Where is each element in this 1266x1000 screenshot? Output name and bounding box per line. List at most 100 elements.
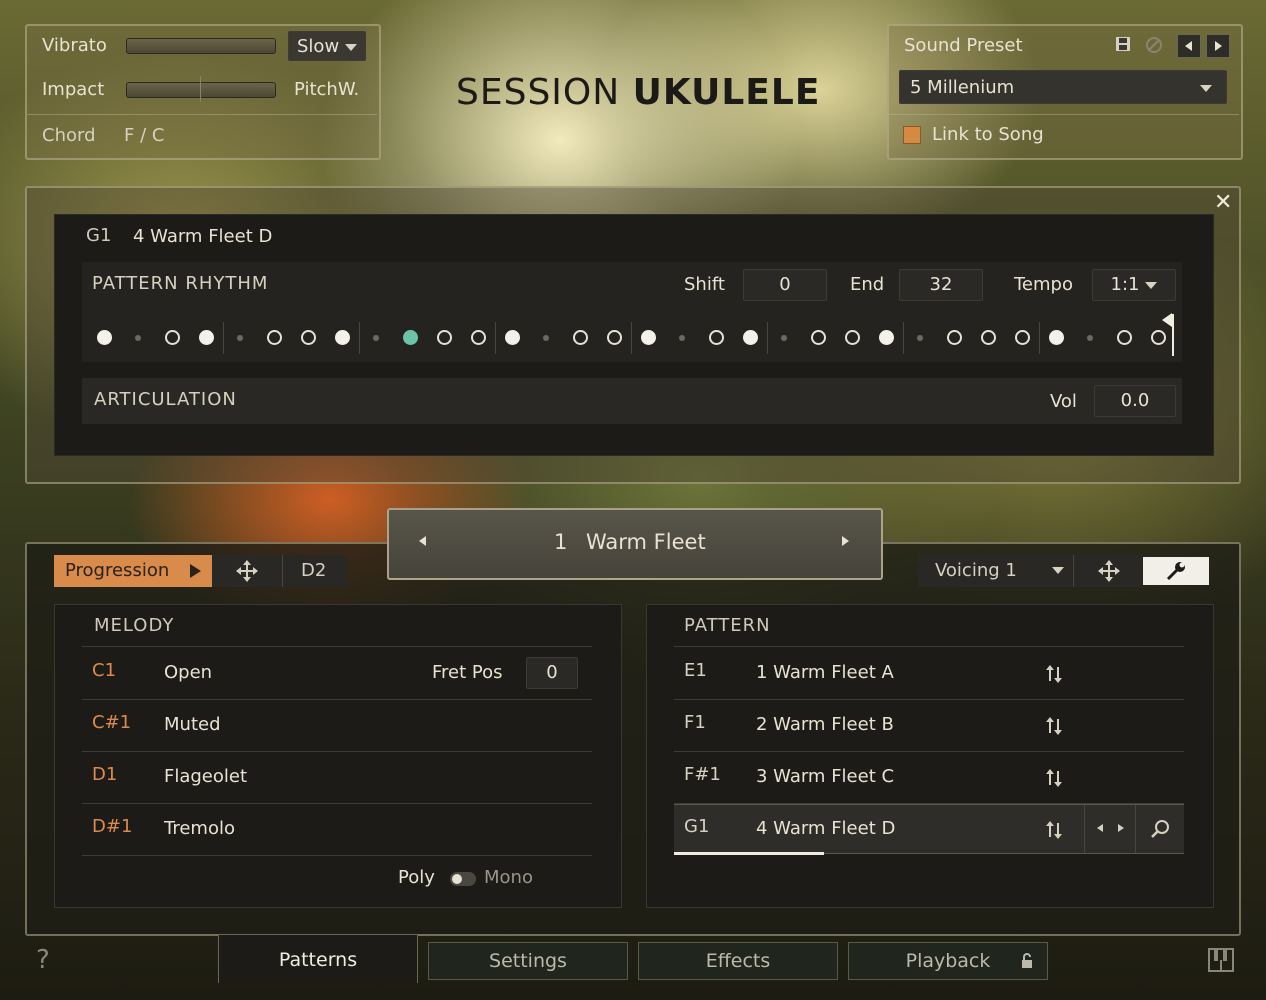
link-to-song-checkbox[interactable] xyxy=(903,126,921,144)
rhythm-step[interactable] xyxy=(402,330,418,345)
rhythm-step[interactable] xyxy=(1116,330,1132,345)
end-marker[interactable] xyxy=(1172,314,1174,356)
vibrato-mode-dropdown[interactable]: Slow xyxy=(288,31,366,61)
melody-row[interactable] xyxy=(82,700,592,752)
rhythm-step[interactable] xyxy=(470,330,486,345)
impact-slider[interactable] xyxy=(126,82,276,98)
tab-settings[interactable]: Settings xyxy=(428,942,628,980)
rhythm-step[interactable] xyxy=(543,335,549,341)
move-icon xyxy=(1098,560,1120,582)
rhythm-step[interactable] xyxy=(1087,335,1093,341)
progression-button[interactable]: Progression xyxy=(54,555,212,587)
rhythm-step[interactable] xyxy=(878,330,894,345)
rhythm-step[interactable] xyxy=(504,330,520,345)
rhythm-step[interactable] xyxy=(679,335,685,341)
rhythm-step[interactable] xyxy=(300,330,316,345)
vol-label: Vol xyxy=(1050,391,1077,412)
melody-row[interactable] xyxy=(82,752,592,804)
rhythm-step[interactable] xyxy=(742,330,758,345)
melody-row[interactable] xyxy=(82,804,592,856)
swap-arrows-icon[interactable] xyxy=(1044,768,1064,788)
rhythm-step[interactable] xyxy=(164,330,180,345)
pattern-next-icon[interactable] xyxy=(838,532,852,553)
articulation-label: ARTICULATION xyxy=(94,389,237,410)
tempo-value: 1:1 xyxy=(1110,274,1140,295)
selected-row-underline xyxy=(674,852,824,855)
rhythm-step[interactable] xyxy=(980,330,996,345)
preset-dropdown[interactable]: 5 Millenium xyxy=(899,70,1227,104)
vol-field[interactable]: 0.0 xyxy=(1094,385,1176,417)
delete-icon[interactable] xyxy=(1145,36,1163,59)
rhythm-step[interactable] xyxy=(844,330,860,345)
title-bold: UKULELE xyxy=(632,72,821,113)
rhythm-step[interactable] xyxy=(810,330,826,345)
editor-pattern-name: 4 Warm Fleet D xyxy=(133,226,273,247)
rhythm-step[interactable] xyxy=(198,330,214,345)
rhythm-step[interactable] xyxy=(1048,330,1064,345)
voicing-dropdown[interactable]: Voicing 1 xyxy=(918,555,1072,587)
melody-key: C1 xyxy=(92,660,117,681)
arrow-right-icon xyxy=(1118,824,1124,832)
rhythm-step[interactable] xyxy=(334,330,350,345)
swap-arrows-icon[interactable] xyxy=(1044,716,1064,736)
rhythm-step[interactable] xyxy=(96,330,112,345)
rhythm-step[interactable] xyxy=(373,335,379,341)
rhythm-step[interactable] xyxy=(237,335,243,341)
shift-label: Shift xyxy=(684,274,725,295)
rhythm-step[interactable] xyxy=(135,335,141,341)
poly-mono-toggle[interactable] xyxy=(450,872,476,886)
swap-arrows-icon[interactable] xyxy=(1044,664,1064,684)
selector-number: 1 xyxy=(554,530,568,554)
play-icon xyxy=(190,564,201,578)
pattern-name: 4 Warm Fleet D xyxy=(756,818,896,839)
beat-separator xyxy=(223,322,224,354)
chevron-down-icon xyxy=(1145,281,1158,289)
settings-wrench-button[interactable] xyxy=(1143,557,1209,585)
rhythm-step[interactable] xyxy=(708,330,724,345)
pattern-header: PATTERN xyxy=(684,615,771,636)
voicing-move-button[interactable] xyxy=(1073,555,1142,587)
rhythm-step[interactable] xyxy=(781,335,787,341)
key-d2-button[interactable]: D2 xyxy=(282,555,347,587)
pattern-search-button[interactable] xyxy=(1136,805,1184,853)
preset-prev-button[interactable] xyxy=(1177,34,1201,58)
pattern-nav-buttons[interactable] xyxy=(1084,805,1136,853)
pattern-prev-icon[interactable] xyxy=(416,532,430,553)
close-icon[interactable]: ✕ xyxy=(1214,190,1232,215)
rhythm-step[interactable] xyxy=(1014,330,1030,345)
tab-patterns[interactable]: Patterns xyxy=(218,934,418,983)
rhythm-step[interactable] xyxy=(572,330,588,345)
fret-pos-field[interactable]: 0 xyxy=(526,657,578,689)
sound-preset-label: Sound Preset xyxy=(904,35,1023,56)
preset-next-button[interactable] xyxy=(1206,34,1230,58)
rhythm-step[interactable] xyxy=(266,330,282,345)
tempo-dropdown[interactable]: 1:1 xyxy=(1092,269,1176,301)
rhythm-step[interactable] xyxy=(1150,330,1166,345)
keyboard-icon[interactable] xyxy=(1208,948,1234,972)
save-icon[interactable] xyxy=(1115,36,1131,52)
rhythm-step[interactable] xyxy=(436,330,452,345)
rhythm-step[interactable] xyxy=(917,335,923,341)
rhythm-step[interactable] xyxy=(640,330,656,345)
help-icon[interactable]: ? xyxy=(36,945,50,975)
lock-icon xyxy=(1022,953,1032,968)
selector-name: Warm Fleet xyxy=(586,530,706,554)
rhythm-step[interactable] xyxy=(606,330,622,345)
shift-field[interactable]: 0 xyxy=(743,269,827,301)
arrow-left-icon xyxy=(1097,824,1103,832)
magnifier-icon xyxy=(1151,820,1169,838)
divider xyxy=(674,646,1184,647)
swap-arrows-icon[interactable] xyxy=(1044,820,1064,840)
rhythm-step[interactable] xyxy=(946,330,962,345)
melody-row[interactable] xyxy=(82,648,592,700)
arrow-left-icon xyxy=(1185,41,1192,51)
wrench-icon xyxy=(1166,562,1185,581)
tab-playback[interactable]: Playback xyxy=(848,942,1048,980)
vibrato-slider[interactable] xyxy=(126,38,276,54)
end-field[interactable]: 32 xyxy=(899,269,983,301)
pitchw-label: PitchW. xyxy=(294,79,360,100)
pattern-key: F1 xyxy=(684,712,706,733)
tab-effects[interactable]: Effects xyxy=(638,942,838,980)
voicing-value: Voicing 1 xyxy=(935,560,1017,581)
drag-move-button[interactable] xyxy=(212,555,282,587)
